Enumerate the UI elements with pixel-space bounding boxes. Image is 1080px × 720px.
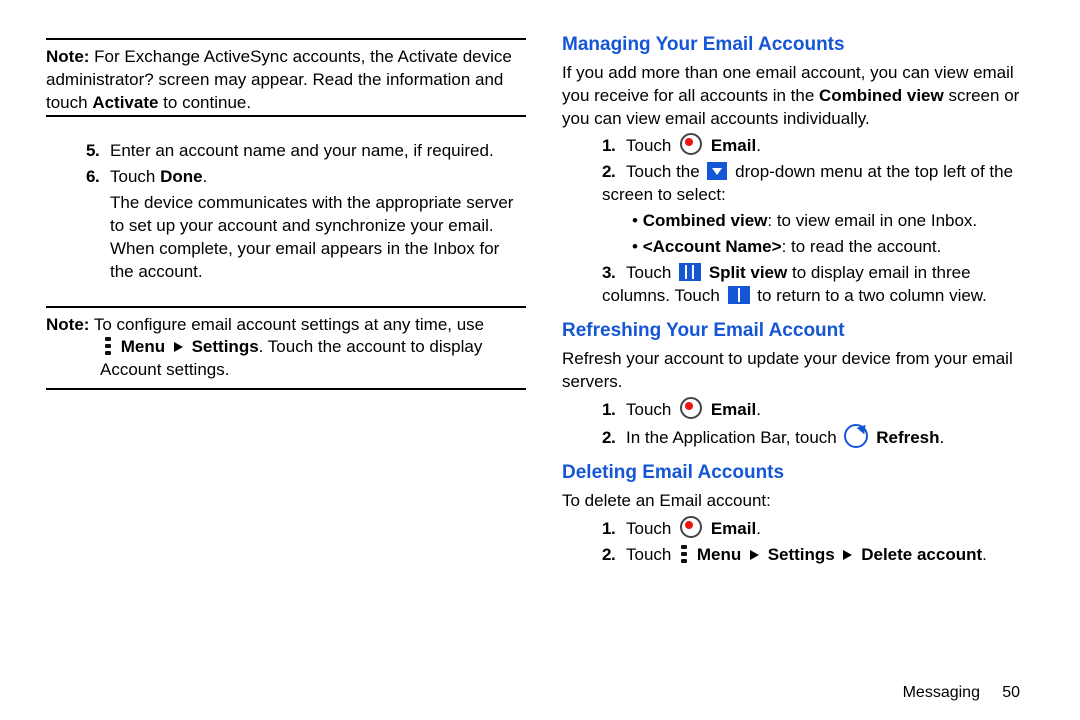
right-column: Managing Your Email Accounts If you add … <box>562 32 1042 570</box>
dropdown-icon <box>707 162 727 180</box>
email-app-icon <box>680 516 702 538</box>
rule <box>46 388 526 390</box>
refresh-step-1: 1.Touch Email. <box>562 397 1042 422</box>
rule <box>46 115 526 117</box>
managing-intro: If you add more than one email account, … <box>562 62 1042 131</box>
delete-intro: To delete an Email account: <box>562 490 1042 513</box>
arrow-icon <box>750 550 759 560</box>
page-footer: Messaging 50 <box>903 684 1020 702</box>
step-6-body: The device communicates with the appropr… <box>46 192 526 284</box>
email-app-icon <box>680 133 702 155</box>
delete-step-1: 1.Touch Email. <box>562 516 1042 541</box>
rule <box>46 38 526 40</box>
email-app-icon <box>680 397 702 419</box>
refresh-icon <box>844 424 868 448</box>
note-activesync: Note: For Exchange ActiveSync accounts, … <box>46 46 526 115</box>
step-5: 5.Enter an account name and your name, i… <box>46 140 526 163</box>
step-6: 6.Touch Done. <box>46 166 526 189</box>
refresh-step-2: 2.In the Application Bar, touch Refresh. <box>562 424 1042 450</box>
heading-deleting: Deleting Email Accounts <box>562 460 1042 486</box>
menu-icon <box>680 545 688 563</box>
menu-icon <box>104 337 112 355</box>
managing-step-1: 1.Touch Email. <box>562 133 1042 158</box>
delete-step-2: 2.Touch Menu Settings Delete account. <box>562 544 1042 567</box>
managing-step-3: 3.Touch Split view to display email in t… <box>562 262 1042 308</box>
left-column: Note: For Exchange ActiveSync accounts, … <box>46 32 526 570</box>
arrow-icon <box>843 550 852 560</box>
arrow-icon <box>174 342 183 352</box>
note-settings-line2: Menu Settings. Touch the account to disp… <box>46 336 526 382</box>
managing-step-2: 2.Touch the drop-down menu at the top le… <box>562 161 1042 207</box>
refresh-intro: Refresh your account to update your devi… <box>562 348 1042 394</box>
note-settings: Note: To configure email account setting… <box>46 314 526 337</box>
split-view-icon <box>679 263 701 281</box>
rule <box>46 306 526 308</box>
two-column-icon <box>728 286 750 304</box>
bullet-combined-view: Combined view: to view email in one Inbo… <box>562 210 1042 233</box>
bullet-account-name: <Account Name>: to read the account. <box>562 236 1042 259</box>
heading-refreshing: Refreshing Your Email Account <box>562 318 1042 344</box>
heading-managing: Managing Your Email Accounts <box>562 32 1042 58</box>
